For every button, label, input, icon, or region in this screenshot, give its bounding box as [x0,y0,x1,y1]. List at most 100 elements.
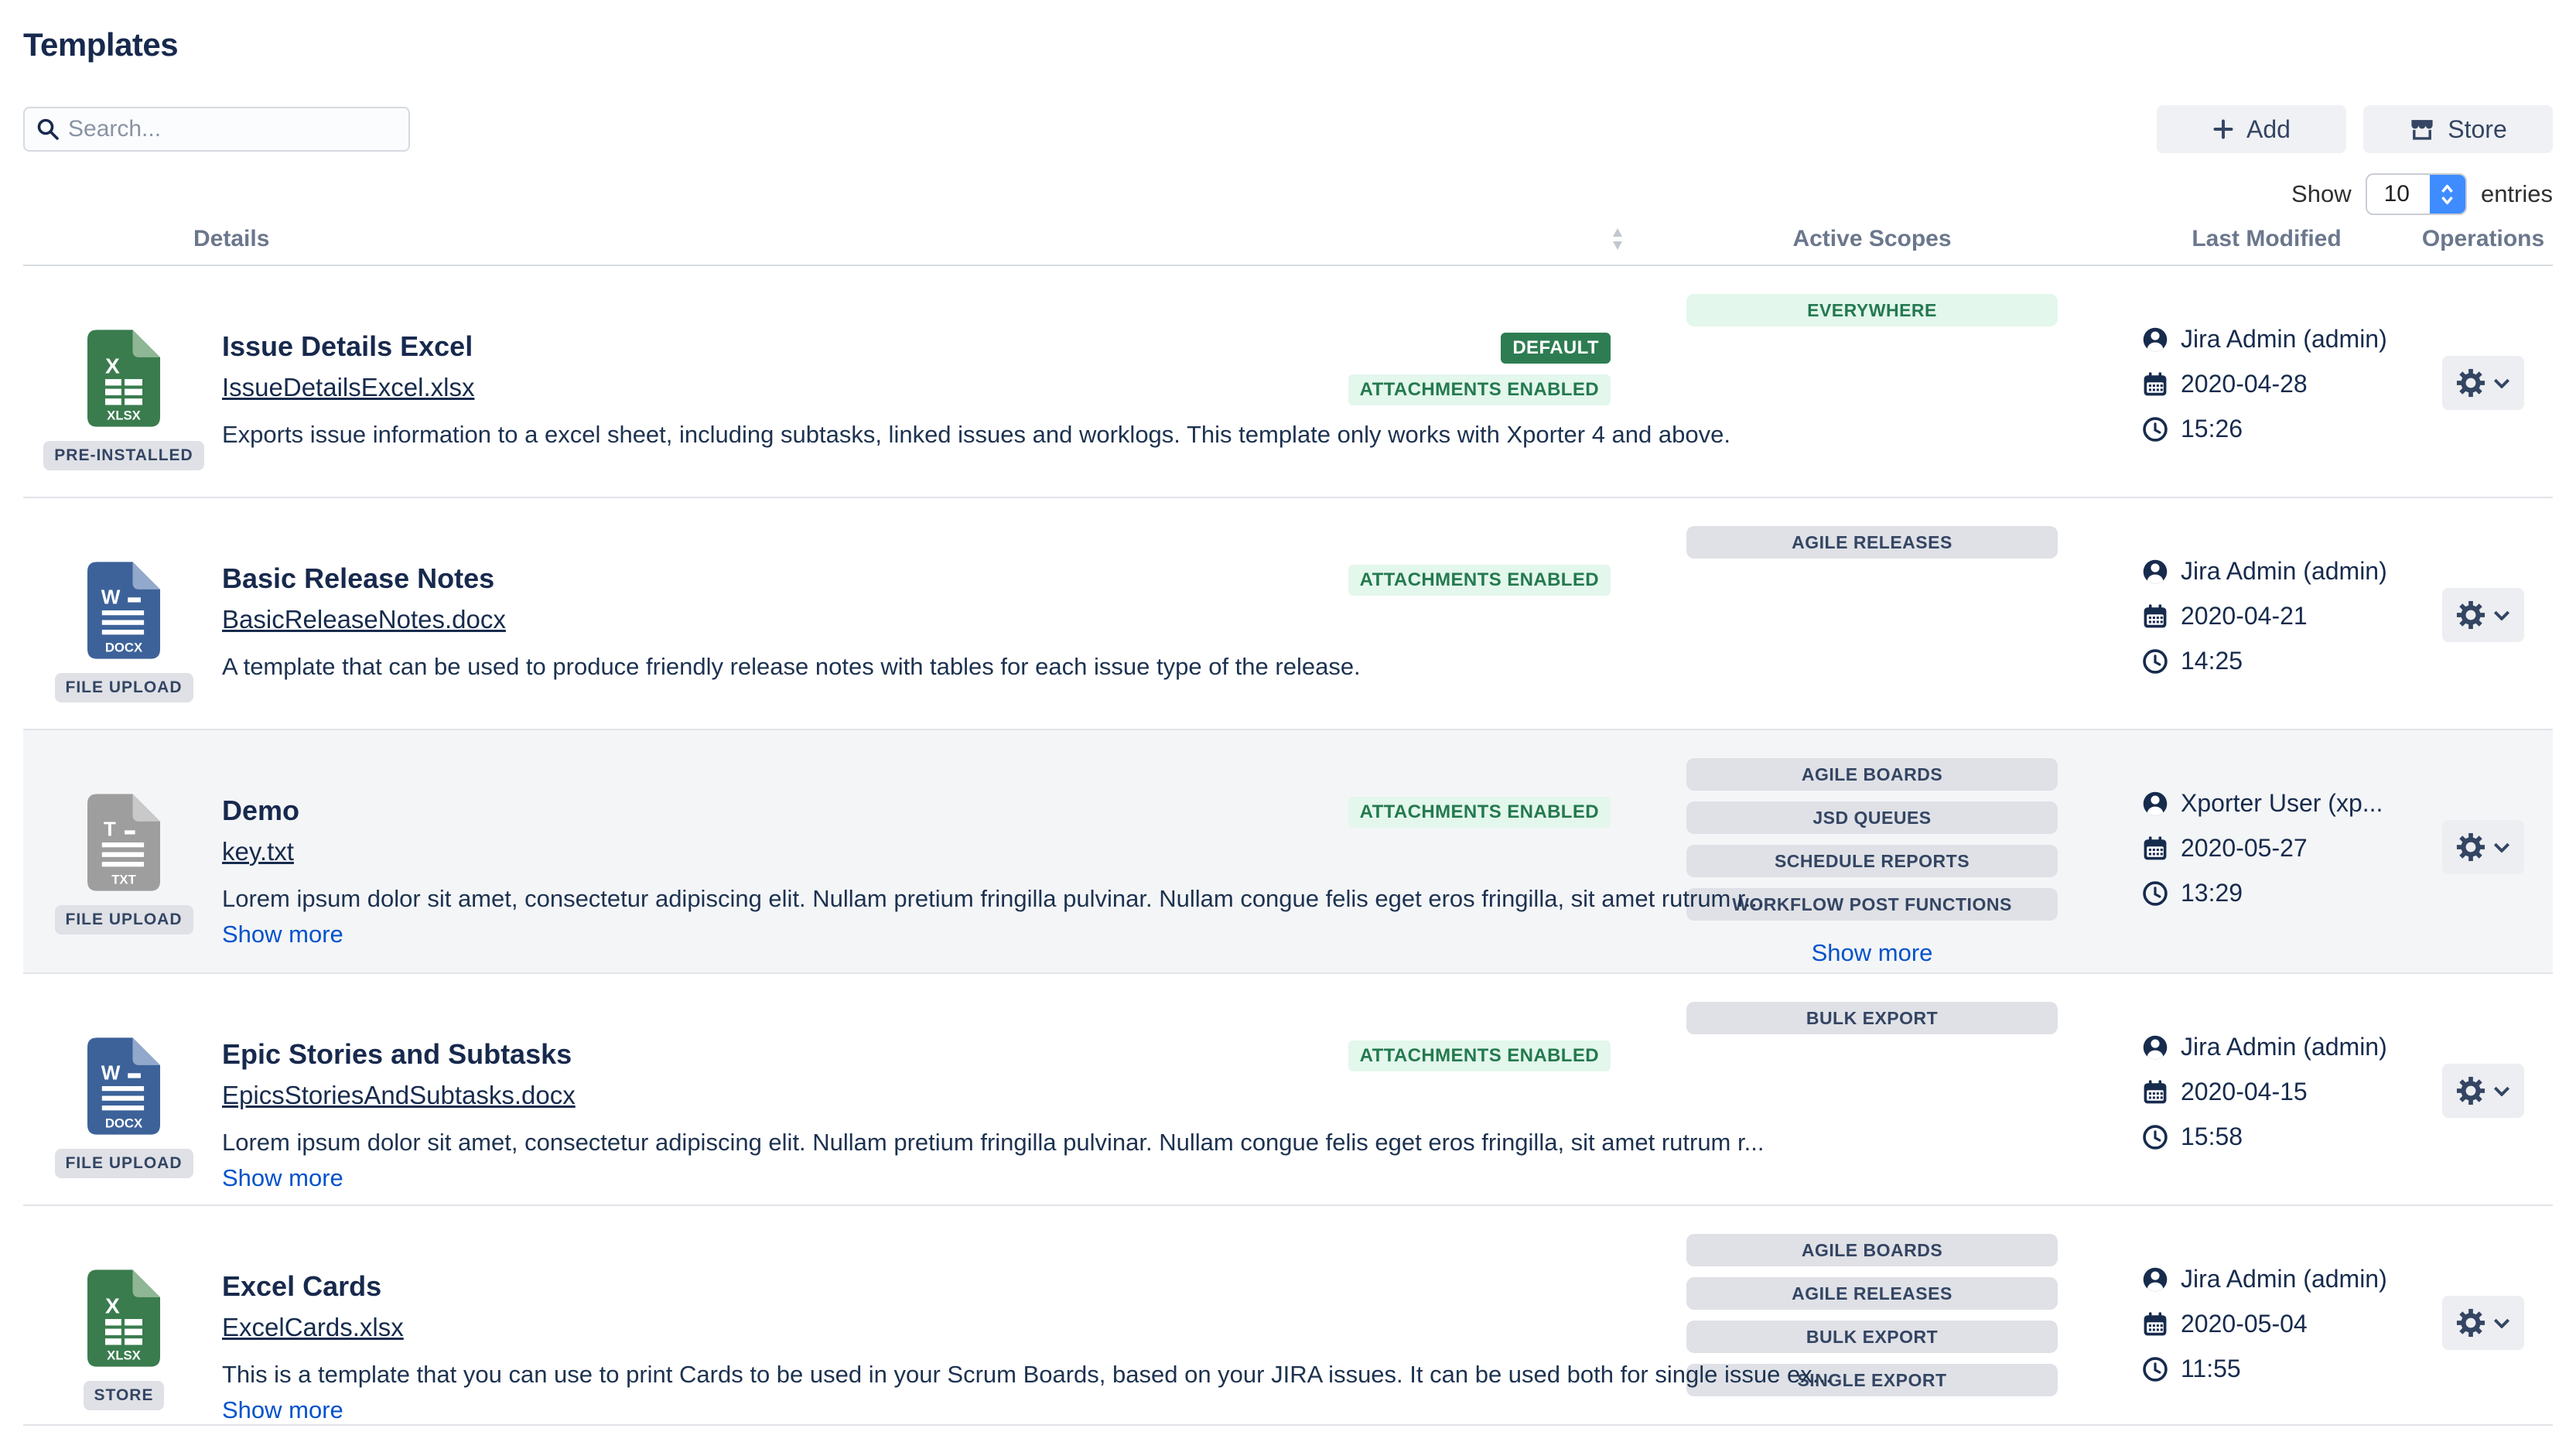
attachments-enabled-badge: ATTACHMENTS ENABLED [1348,565,1611,596]
svg-text:XLSX: XLSX [107,1348,141,1362]
source-badge: FILE UPLOAD [55,673,193,702]
modified-time: 13:29 [2181,879,2243,907]
gear-icon [2456,600,2485,630]
clock-icon [2141,1123,2169,1151]
show-more-link[interactable]: Show more [222,1164,343,1192]
row-operations-button[interactable] [2442,588,2524,642]
gear-icon [2456,1076,2485,1105]
docx-file-icon: W DOCX [87,1037,160,1135]
modified-date: 2020-05-27 [2181,834,2308,863]
user-icon [2141,558,2169,586]
modified-time: 15:58 [2181,1123,2243,1151]
row-operations-button[interactable] [2442,356,2524,410]
file-icon-block: X XLSX PRE-INSTALLED [58,330,190,497]
flag-badges: ATTACHMENTS ENABLED [1348,797,1611,828]
active-scopes-cell: AGILE RELEASES [1625,498,2120,729]
template-description: Lorem ipsum dolor sit amet, consectetur … [222,885,1609,913]
source-badge: FILE UPLOAD [55,905,193,935]
sort-icon[interactable] [1611,227,1625,251]
scope-badge: AGILE BOARDS [1686,758,2058,791]
svg-text:X: X [105,1293,120,1318]
table-row: X XLSX STORE Excel Cards ExcelCards.xlsx… [23,1206,2553,1426]
template-file-link[interactable]: key.txt [222,837,294,866]
show-more-link[interactable]: Show more [222,1396,343,1424]
header-last-modified: Last Modified [2120,226,2414,252]
scope-badge: AGILE RELEASES [1686,526,2058,559]
store-icon [2409,116,2435,142]
table-row: X XLSX PRE-INSTALLED Issue Details Excel… [23,266,2553,498]
flag-badges: ATTACHMENTS ENABLED [1348,1040,1611,1071]
table-row: W DOCX FILE UPLOAD Epic Stories and Subt… [23,974,2553,1206]
page-title: Templates [23,26,2553,63]
table-row: T TXT FILE UPLOAD Demo key.txt Lorem ips… [23,730,2553,974]
template-file-link[interactable]: BasicReleaseNotes.docx [222,605,506,634]
xlsx-file-icon: X XLSX [87,1269,160,1367]
clock-icon [2141,1355,2169,1383]
add-button[interactable]: Add [2157,105,2346,153]
table-header-row: Details Active Scopes Last Modified Oper… [23,226,2553,266]
chevron-down-icon [2493,610,2510,620]
chevron-down-icon [2493,1086,2510,1096]
clock-icon [2141,880,2169,907]
operations-cell [2414,498,2553,729]
template-description: Lorem ipsum dolor sit amet, consectetur … [222,1129,1609,1157]
template-file-link[interactable]: IssueDetailsExcel.xlsx [222,373,474,402]
modified-by: Jira Admin (admin) [2181,1265,2387,1293]
toolbar: Add Store [23,105,2553,153]
operations-cell [2414,974,2553,1205]
file-icon-block: W DOCX FILE UPLOAD [58,562,190,729]
last-modified-cell: Jira Admin (admin) 2020-04-28 15:26 [2120,266,2414,497]
clock-icon [2141,648,2169,675]
template-file-link[interactable]: EpicsStoriesAndSubtasks.docx [222,1081,576,1110]
clock-icon [2141,415,2169,443]
xlsx-file-icon: X XLSX [87,330,160,427]
scopes-show-more-link[interactable]: Show more [1812,939,1933,967]
svg-text:DOCX: DOCX [105,640,142,654]
header-active-scopes: Active Scopes [1625,226,2120,252]
txt-file-icon: T TXT [87,794,160,891]
show-more-link[interactable]: Show more [222,921,343,948]
source-badge: PRE-INSTALLED [43,441,203,470]
modified-date: 2020-04-21 [2181,602,2308,630]
modified-by: Jira Admin (admin) [2181,325,2387,354]
scope-badge: AGILE RELEASES [1686,1277,2058,1310]
chevron-down-icon [2493,842,2510,853]
svg-text:W: W [101,1061,121,1085]
page-size-select[interactable]: 10 [2366,173,2467,215]
last-modified-cell: Jira Admin (admin) 2020-04-15 15:58 [2120,974,2414,1205]
plus-icon [2212,118,2234,140]
active-scopes-cell: EVERYWHERE [1625,266,2120,497]
modified-time: 15:26 [2181,415,2243,443]
row-operations-button[interactable] [2442,1064,2524,1118]
scope-badge: SCHEDULE REPORTS [1686,845,2058,877]
modified-date: 2020-04-15 [2181,1078,2308,1106]
header-operations: Operations [2414,226,2553,252]
row-operations-button[interactable] [2442,1296,2524,1350]
modified-date: 2020-05-04 [2181,1310,2308,1338]
details-cell: T TXT FILE UPLOAD Demo key.txt Lorem ips… [23,730,1625,972]
active-scopes-cell: AGILE BOARDS AGILE RELEASES BULK EXPORT … [1625,1206,2120,1424]
active-scopes-cell: BULK EXPORT [1625,974,2120,1205]
file-icon-block: X XLSX STORE [58,1269,190,1424]
scope-badge: JSD QUEUES [1686,801,2058,834]
calendar-icon [2141,1310,2169,1338]
chevron-down-icon [2493,378,2510,388]
entries-label: entries [2481,180,2553,208]
attachments-enabled-badge: ATTACHMENTS ENABLED [1348,1040,1611,1071]
source-badge: STORE [84,1381,165,1410]
row-operations-button[interactable] [2442,820,2524,874]
template-description: This is a template that you can use to p… [222,1361,1609,1389]
user-icon [2141,326,2169,354]
default-badge: DEFAULT [1501,333,1611,364]
calendar-icon [2141,835,2169,863]
table-row: W DOCX FILE UPLOAD Basic Release Notes B… [23,498,2553,730]
template-file-link[interactable]: ExcelCards.xlsx [222,1313,404,1342]
modified-date: 2020-04-28 [2181,370,2308,398]
flag-badges: DEFAULT ATTACHMENTS ENABLED [1348,333,1611,405]
search-box [23,107,410,152]
search-icon [36,117,60,142]
scope-badge: AGILE BOARDS [1686,1234,2058,1266]
store-button[interactable]: Store [2363,105,2553,153]
operations-cell [2414,1206,2553,1424]
search-input[interactable] [23,107,410,152]
